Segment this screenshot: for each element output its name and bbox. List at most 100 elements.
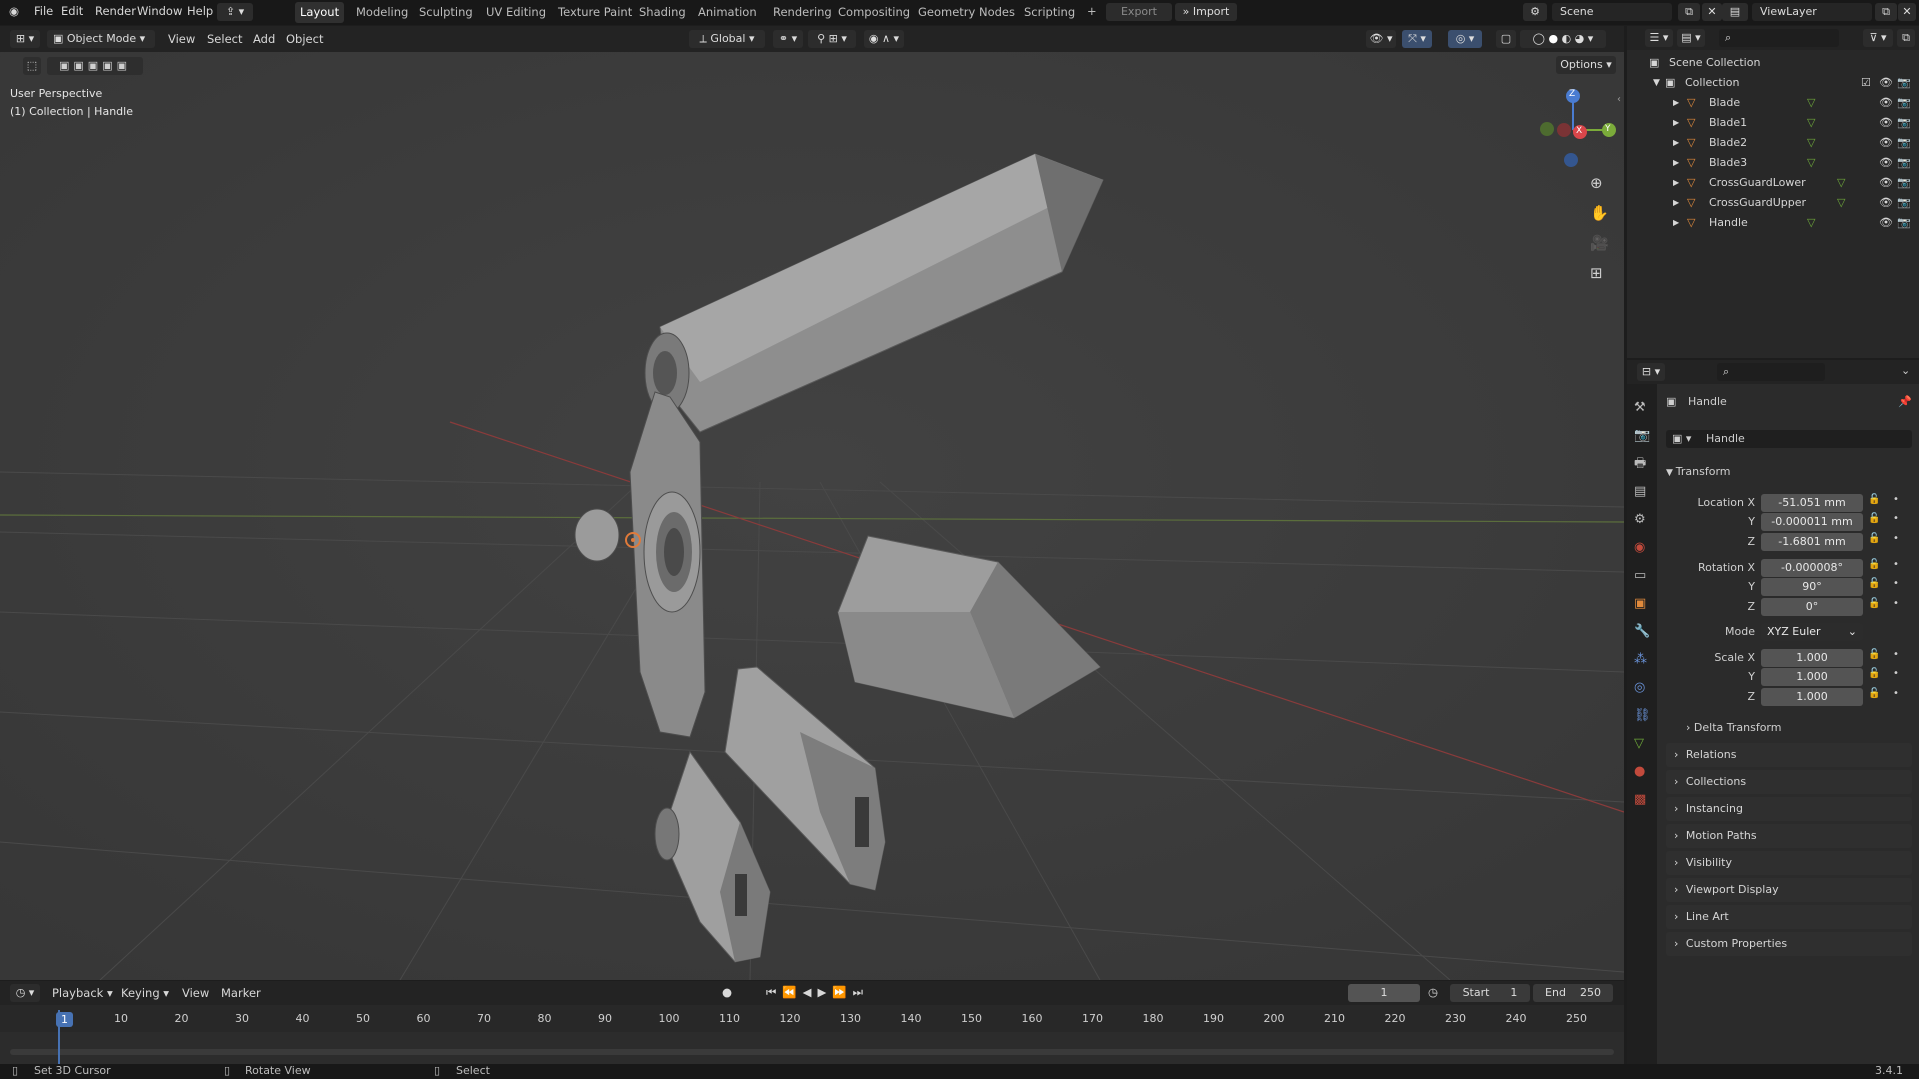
- outliner-item[interactable]: ▶ ▽ Blade2 ▽ 👁 📷: [1627, 133, 1919, 153]
- keyframe-dot-icon[interactable]: •: [1893, 688, 1899, 699]
- timeline-view-menu[interactable]: View: [182, 986, 209, 1000]
- lock-icon[interactable]: 🔓: [1868, 578, 1880, 589]
- outliner-item[interactable]: ▶ ▽ Blade3 ▽ 👁 📷: [1627, 153, 1919, 173]
- location-y-field[interactable]: -0.000011 mm: [1761, 513, 1863, 531]
- properties-options-icon[interactable]: ⌄: [1901, 364, 1910, 377]
- scale-x-field[interactable]: 1.000: [1761, 649, 1863, 667]
- constraints-tab-icon[interactable]: ⛓: [1634, 702, 1651, 730]
- editor-type-icon[interactable]: ⊞ ▾: [10, 30, 40, 48]
- record-icon[interactable]: ●: [722, 985, 732, 999]
- camera-render-icon[interactable]: 📷: [1897, 93, 1911, 113]
- eye-icon[interactable]: 👁: [1879, 173, 1893, 193]
- viewport-menu-select[interactable]: Select: [207, 32, 242, 46]
- view-layer-selector[interactable]: ViewLayer: [1752, 3, 1872, 21]
- menu-file[interactable]: File: [34, 4, 53, 18]
- particles-tab-icon[interactable]: ⁂: [1634, 646, 1651, 674]
- viewport-menu-view[interactable]: View: [168, 32, 195, 46]
- properties-editor-type-icon[interactable]: ⊟ ▾: [1637, 363, 1665, 381]
- world-tab-icon[interactable]: ◉: [1634, 534, 1651, 562]
- select-tool-icon[interactable]: ⬚: [23, 57, 41, 75]
- zoom-icon[interactable]: ⊕: [1590, 174, 1603, 192]
- mesh-data-icon[interactable]: ▽: [1807, 133, 1815, 153]
- properties-search-input[interactable]: ⌕: [1717, 363, 1825, 381]
- menu-window[interactable]: Window: [137, 4, 182, 18]
- delete-view-layer-icon[interactable]: ✕: [1898, 3, 1916, 21]
- output-tab-icon[interactable]: 🖶: [1634, 450, 1651, 478]
- proportional-edit-icon[interactable]: ◉ ∧ ▾: [864, 30, 904, 48]
- rotation-x-field[interactable]: -0.000008°: [1761, 559, 1863, 577]
- display-mode-icon[interactable]: ▤ ▾: [1677, 29, 1705, 47]
- view-layer-tab-icon[interactable]: ▤: [1634, 478, 1651, 506]
- delta-transform-subpanel[interactable]: › Delta Transform: [1686, 719, 1781, 737]
- scene-tab-icon[interactable]: ⚙: [1634, 506, 1651, 534]
- keyframe-dot-icon[interactable]: •: [1893, 559, 1899, 570]
- selection-mode-icons[interactable]: ▣▣▣▣▣: [47, 57, 143, 75]
- rotation-mode-dropdown[interactable]: XYZ Euler ⌄: [1761, 623, 1863, 641]
- expand-arrow-icon[interactable]: ▶: [1673, 193, 1679, 213]
- panel-instancing[interactable]: › Instancing: [1666, 797, 1912, 821]
- expand-arrow-icon[interactable]: ▼: [1653, 73, 1660, 93]
- camera-render-icon[interactable]: 📷: [1897, 213, 1911, 233]
- keyframe-dot-icon[interactable]: •: [1893, 533, 1899, 544]
- panel-viewport-display[interactable]: › Viewport Display: [1666, 878, 1912, 902]
- eye-icon[interactable]: 👁: [1879, 73, 1893, 93]
- start-frame-field[interactable]: Start 1: [1450, 984, 1530, 1002]
- outliner-item[interactable]: ▶ ▽ CrossGuardUpper ▽ 👁 📷: [1627, 193, 1919, 213]
- clock-icon[interactable]: ◷: [1428, 985, 1438, 999]
- lock-icon[interactable]: 🔓: [1868, 513, 1880, 524]
- keyframe-dot-icon[interactable]: •: [1893, 494, 1899, 505]
- viewport-menu-add[interactable]: Add: [253, 32, 275, 46]
- eye-icon[interactable]: 👁: [1879, 133, 1893, 153]
- scale-y-field[interactable]: 1.000: [1761, 668, 1863, 686]
- keyframe-dot-icon[interactable]: •: [1893, 578, 1899, 589]
- mesh-data-icon[interactable]: ▽: [1837, 193, 1845, 213]
- expand-arrow-icon[interactable]: ▶: [1673, 93, 1679, 113]
- panel-custom-properties[interactable]: › Custom Properties: [1666, 932, 1912, 956]
- tool-tab-icon[interactable]: ⚒: [1634, 394, 1651, 422]
- camera-icon[interactable]: 🎥: [1590, 234, 1609, 252]
- new-collection-icon[interactable]: ⧉: [1897, 29, 1915, 47]
- options-dropdown[interactable]: Options ▾: [1556, 56, 1616, 74]
- workspace-tab-rendering[interactable]: Rendering: [768, 2, 837, 23]
- keying-menu[interactable]: Keying ▾: [121, 986, 169, 1000]
- material-tab-icon[interactable]: ●: [1634, 758, 1651, 786]
- checkbox-icon[interactable]: ☑: [1861, 73, 1871, 93]
- mesh-data-icon[interactable]: ▽: [1807, 113, 1815, 133]
- mesh-data-icon[interactable]: ▽: [1807, 93, 1815, 113]
- location-z-field[interactable]: -1.6801 mm: [1761, 533, 1863, 551]
- current-frame-field[interactable]: 1: [1348, 984, 1420, 1002]
- transform-orientation-dropdown[interactable]: ⟂ Global ▾: [689, 30, 765, 48]
- mesh-data-icon[interactable]: ▽: [1837, 173, 1845, 193]
- keyframe-dot-icon[interactable]: •: [1893, 649, 1899, 660]
- view-layer-icon[interactable]: ▤: [1722, 3, 1748, 21]
- expand-arrow-icon[interactable]: ▶: [1673, 153, 1679, 173]
- navigation-gizmo[interactable]: Z Y X: [1525, 82, 1624, 192]
- scale-z-field[interactable]: 1.000: [1761, 688, 1863, 706]
- menu-edit[interactable]: Edit: [61, 4, 83, 18]
- playback-menu[interactable]: Playback ▾: [52, 986, 113, 1000]
- menu-help[interactable]: Help: [187, 4, 213, 18]
- expand-arrow-icon[interactable]: ▶: [1673, 173, 1679, 193]
- texture-tab-icon[interactable]: ▩: [1634, 786, 1651, 814]
- lock-icon[interactable]: 🔓: [1868, 668, 1880, 679]
- object-name-field[interactable]: ▣ ▾ Handle: [1666, 430, 1912, 448]
- outliner-scene-collection[interactable]: ▣ Scene Collection: [1627, 53, 1919, 73]
- keyframe-dot-icon[interactable]: •: [1893, 668, 1899, 679]
- workspace-tab-sculpting[interactable]: Sculpting: [414, 2, 478, 23]
- object-mode-dropdown[interactable]: ▣ Object Mode ▾: [47, 30, 155, 48]
- data-tab-icon[interactable]: ▽: [1634, 730, 1651, 758]
- panel-collections[interactable]: › Collections: [1666, 770, 1912, 794]
- outliner-item[interactable]: ▶ ▽ CrossGuardLower ▽ 👁 📷: [1627, 173, 1919, 193]
- eye-icon[interactable]: 👁: [1879, 113, 1893, 133]
- scene-selector[interactable]: Scene: [1552, 3, 1672, 21]
- eye-icon[interactable]: 👁: [1879, 93, 1893, 113]
- upload-dropdown-button[interactable]: ⇪ ▾: [217, 3, 253, 21]
- export-button[interactable]: Export: [1106, 3, 1172, 21]
- menu-render[interactable]: Render: [95, 4, 136, 18]
- render-tab-icon[interactable]: 📷: [1634, 422, 1651, 450]
- lock-icon[interactable]: 🔓: [1868, 598, 1880, 609]
- mesh-data-icon[interactable]: ▽: [1807, 153, 1815, 173]
- workspace-tab-shading[interactable]: Shading: [634, 2, 691, 23]
- lock-icon[interactable]: 🔓: [1868, 688, 1880, 699]
- workspace-tab-scripting[interactable]: Scripting: [1019, 2, 1080, 23]
